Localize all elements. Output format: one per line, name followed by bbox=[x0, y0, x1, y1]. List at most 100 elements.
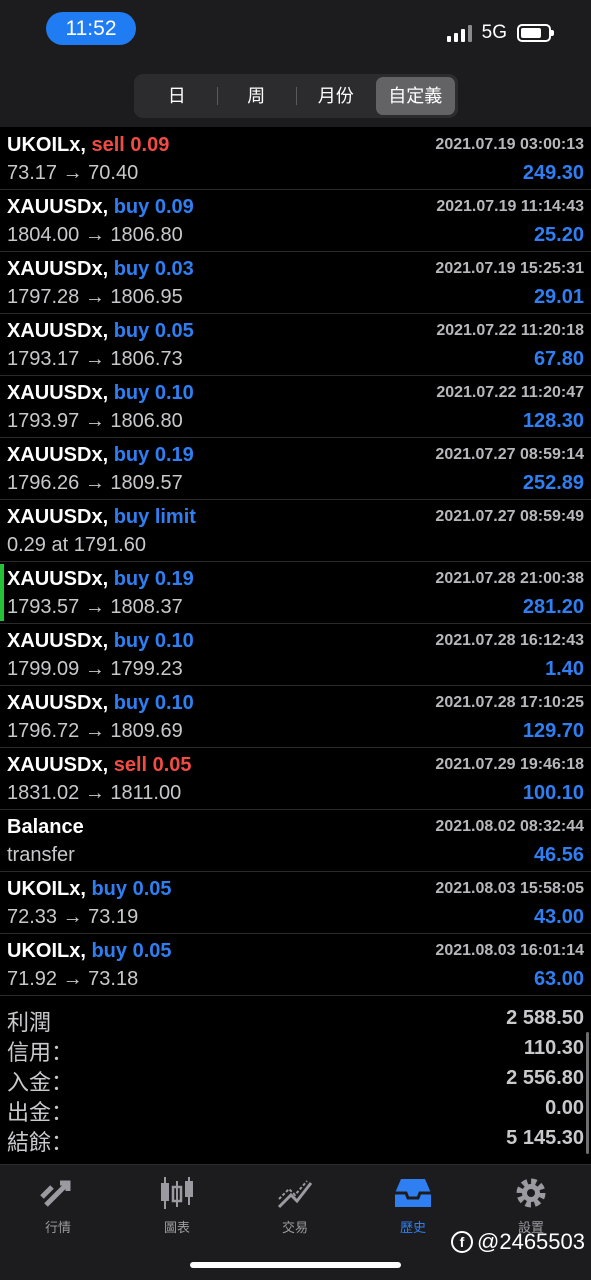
history-row[interactable]: UKOILx, buy 0.05 2021.08.03 15:58:05 72.33… bbox=[0, 872, 591, 934]
symbol-name: XAUUSDx, bbox=[7, 258, 109, 280]
history-row[interactable]: XAUUSDx, buy 0.19 2021.07.27 08:59:14 1796… bbox=[0, 438, 591, 500]
order-symbol: XAUUSDx, sell 0.05 bbox=[7, 754, 192, 777]
watermark: f @2465503 bbox=[451, 1229, 585, 1255]
order-profit: 67.80 bbox=[533, 348, 584, 370]
order-side: sell 0.05 bbox=[113, 754, 192, 776]
history-row[interactable]: XAUUSDx, buy 0.19 2021.07.28 21:00:38 1793… bbox=[0, 562, 591, 624]
period-tab-week[interactable]: 周 bbox=[216, 77, 297, 115]
summary-value: 2 556.80 bbox=[506, 1067, 584, 1089]
watermark-text: @2465503 bbox=[477, 1229, 585, 1254]
order-side: buy 0.05 bbox=[91, 878, 172, 900]
history-row[interactable]: UKOILx, buy 0.05 2021.08.03 16:01:14 71.92… bbox=[0, 934, 591, 996]
order-profit: 249.30 bbox=[522, 162, 584, 184]
scroll-indicator[interactable] bbox=[586, 1032, 589, 1154]
order-profit: 63.00 bbox=[533, 968, 584, 990]
order-prices: 72.33 → 73.19 bbox=[7, 906, 139, 928]
order-prices: transfer bbox=[7, 844, 75, 866]
order-prices: 0.29 at 1791.60 bbox=[7, 534, 147, 556]
order-symbol: XAUUSDx, buy limit bbox=[7, 506, 196, 529]
history-row[interactable]: XAUUSDx, buy 0.05 2021.07.22 11:20:18 1793… bbox=[0, 314, 591, 376]
period-selector: 日 周 月份 自定義 bbox=[134, 74, 458, 118]
symbol-name: XAUUSDx, bbox=[7, 568, 109, 590]
order-datetime: 2021.07.28 16:12:43 bbox=[435, 632, 584, 649]
gear-icon bbox=[516, 1178, 546, 1208]
period-tab-month[interactable]: 月份 bbox=[296, 77, 376, 115]
order-datetime: 2021.07.28 17:10:25 bbox=[435, 694, 584, 711]
selection-marker bbox=[0, 564, 4, 621]
symbol-name: XAUUSDx, bbox=[7, 692, 109, 714]
history-row[interactable]: XAUUSDx, buy 0.10 2021.07.22 11:20:47 1793… bbox=[0, 376, 591, 438]
history-row[interactable]: Balance 2021.08.02 08:32:44 transfer 46.56 bbox=[0, 810, 591, 872]
summary-row: 出金： 0.00 bbox=[0, 1095, 591, 1125]
summary-value: 0.00 bbox=[545, 1097, 584, 1119]
order-datetime: 2021.07.28 21:00:38 bbox=[435, 570, 584, 587]
summary-label: 結餘： bbox=[7, 1130, 74, 1155]
order-symbol: UKOILx, sell 0.09 bbox=[7, 134, 169, 157]
order-profit: 25.20 bbox=[533, 224, 584, 246]
period-tab-day[interactable]: 日 bbox=[137, 77, 217, 115]
candlestick-chart-icon bbox=[161, 1177, 193, 1209]
order-prices: 1796.72 → 1809.69 bbox=[7, 720, 183, 742]
symbol-name: Balance bbox=[7, 816, 84, 838]
order-side: buy 0.05 bbox=[91, 940, 172, 962]
symbol-name: UKOILx, bbox=[7, 878, 86, 900]
order-profit: 100.10 bbox=[522, 782, 584, 804]
history-row[interactable]: UKOILx, sell 0.09 2021.07.19 03:00:13 73.1… bbox=[0, 128, 591, 190]
order-profit: 46.56 bbox=[533, 844, 584, 866]
summary-row: 結餘： 5 145.30 bbox=[0, 1125, 591, 1155]
tab-settings[interactable]: 設置 bbox=[491, 1175, 571, 1236]
order-side: buy 0.19 bbox=[113, 444, 194, 466]
history-row[interactable]: XAUUSDx, buy limit 2021.07.27 08:59:49 0.2… bbox=[0, 500, 591, 562]
tab-history[interactable]: 歷史 bbox=[373, 1175, 453, 1236]
order-prices: 1804.00 → 1806.80 bbox=[7, 224, 183, 246]
summary-label: 出金： bbox=[7, 1100, 74, 1125]
order-side: buy 0.03 bbox=[113, 258, 194, 280]
home-indicator[interactable] bbox=[190, 1262, 401, 1268]
summary-value: 2 588.50 bbox=[506, 1007, 584, 1029]
order-profit: 1.40 bbox=[545, 658, 584, 680]
tab-charts[interactable]: 圖表 bbox=[137, 1175, 217, 1236]
period-tab-custom[interactable]: 自定義 bbox=[375, 77, 455, 115]
summary-label: 信用： bbox=[7, 1040, 74, 1065]
order-side: buy limit bbox=[113, 506, 196, 528]
summary-row: 信用： 110.30 bbox=[0, 1035, 591, 1065]
watermark-logo-icon: f bbox=[451, 1231, 474, 1253]
tab-trade[interactable]: 交易 bbox=[255, 1175, 335, 1236]
symbol-name: XAUUSDx, bbox=[7, 506, 109, 528]
symbol-name: XAUUSDx, bbox=[7, 630, 109, 652]
order-datetime: 2021.07.22 11:20:47 bbox=[436, 384, 584, 401]
order-prices: 71.92 → 73.18 bbox=[7, 968, 139, 990]
symbol-name: UKOILx, bbox=[7, 134, 86, 156]
history-row[interactable]: XAUUSDx, buy 0.09 2021.07.19 11:14:43 1804… bbox=[0, 190, 591, 252]
order-datetime: 2021.07.19 11:14:43 bbox=[436, 198, 584, 215]
history-row[interactable]: XAUUSDx, buy 0.10 2021.07.28 16:12:43 1799… bbox=[0, 624, 591, 686]
history-row[interactable]: XAUUSDx, sell 0.05 2021.07.29 19:46:18 183… bbox=[0, 748, 591, 810]
order-side: sell 0.09 bbox=[91, 134, 170, 156]
order-datetime: 2021.07.27 08:59:49 bbox=[435, 508, 584, 525]
order-datetime: 2021.07.29 19:46:18 bbox=[435, 756, 584, 773]
order-datetime: 2021.07.19 03:00:13 bbox=[435, 136, 584, 153]
order-symbol: UKOILx, buy 0.05 bbox=[7, 940, 172, 963]
tab-quotes[interactable]: 行情 bbox=[18, 1175, 98, 1236]
summary-label: 利潤 bbox=[7, 1010, 52, 1035]
history-row[interactable]: XAUUSDx, buy 0.03 2021.07.19 15:25:31 1797… bbox=[0, 252, 591, 314]
order-symbol: UKOILx, buy 0.05 bbox=[7, 878, 172, 901]
order-prices: 1793.57 → 1808.37 bbox=[7, 596, 183, 618]
symbol-name: XAUUSDx, bbox=[7, 444, 109, 466]
summary-row: 利潤 2 588.50 bbox=[0, 1005, 591, 1035]
order-symbol: XAUUSDx, buy 0.05 bbox=[7, 320, 194, 343]
order-prices: 1799.09 → 1799.23 bbox=[7, 658, 183, 680]
order-side: buy 0.10 bbox=[113, 692, 194, 714]
battery-icon bbox=[517, 24, 554, 42]
history-row[interactable]: XAUUSDx, buy 0.10 2021.07.28 17:10:25 1796… bbox=[0, 686, 591, 748]
order-side: buy 0.10 bbox=[113, 382, 194, 404]
order-symbol: XAUUSDx, buy 0.10 bbox=[7, 692, 194, 715]
history-inbox-icon bbox=[395, 1179, 431, 1207]
order-profit: 252.89 bbox=[522, 472, 584, 494]
symbol-name: XAUUSDx, bbox=[7, 320, 109, 342]
order-datetime: 2021.08.02 08:32:44 bbox=[435, 818, 584, 835]
order-datetime: 2021.08.03 15:58:05 bbox=[435, 880, 584, 897]
symbol-name: XAUUSDx, bbox=[7, 382, 109, 404]
order-side: buy 0.10 bbox=[113, 630, 194, 652]
order-symbol: XAUUSDx, buy 0.09 bbox=[7, 196, 194, 219]
